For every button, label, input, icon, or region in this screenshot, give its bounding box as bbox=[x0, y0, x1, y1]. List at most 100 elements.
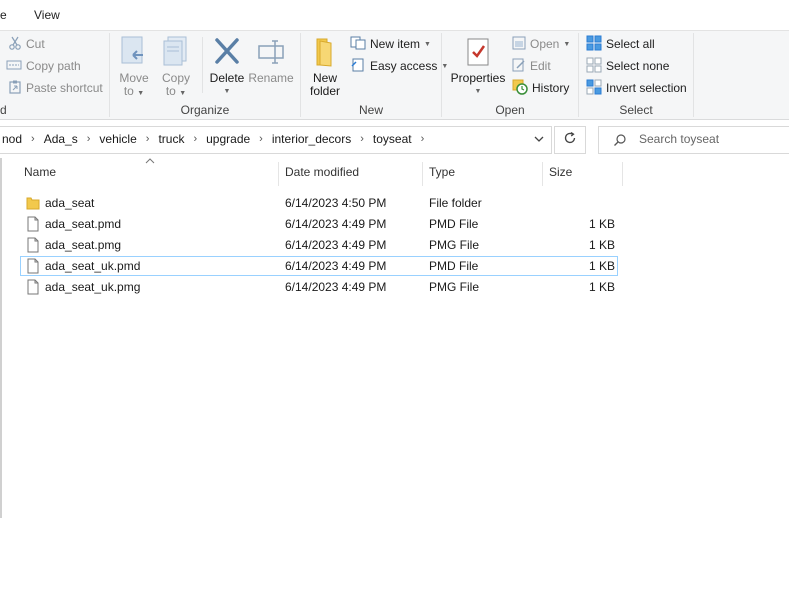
breadcrumb-item[interactable]: nod bbox=[0, 132, 24, 146]
chevron-right-icon[interactable]: › bbox=[24, 133, 42, 145]
chevron-right-icon[interactable]: › bbox=[139, 133, 157, 145]
ribbon-tab-bar: e View bbox=[0, 0, 789, 30]
chevron-right-icon[interactable]: › bbox=[186, 133, 204, 145]
file-row[interactable]: ada_seat_uk.pmg 6/14/2023 4:49 PM PMG Fi… bbox=[20, 277, 618, 297]
column-divider[interactable] bbox=[542, 162, 543, 186]
cut-button[interactable]: Cut bbox=[8, 35, 45, 53]
select-all-button[interactable]: Select all bbox=[586, 35, 655, 53]
search-icon bbox=[613, 133, 627, 150]
invert-selection-icon bbox=[586, 79, 602, 98]
move-to-icon bbox=[119, 35, 149, 72]
ribbon-separator bbox=[693, 33, 694, 117]
search-box[interactable] bbox=[598, 126, 789, 154]
file-date: 6/14/2023 4:49 PM bbox=[285, 217, 387, 231]
file-size: 1 KB bbox=[588, 280, 615, 294]
file-row[interactable]: ada_seat.pmg 6/14/2023 4:49 PM PMG File … bbox=[20, 235, 618, 255]
select-all-icon bbox=[586, 35, 602, 54]
properties-button[interactable]: Properties ▼ bbox=[450, 35, 506, 98]
new-group-label: New bbox=[358, 103, 383, 117]
column-header-type[interactable]: Type bbox=[429, 165, 455, 187]
sort-ascending-icon bbox=[145, 157, 155, 166]
breadcrumb-item[interactable]: Ada_s bbox=[42, 132, 80, 146]
clipboard-group-label: d bbox=[0, 103, 7, 117]
refresh-button[interactable] bbox=[554, 126, 586, 154]
tab-view[interactable]: View bbox=[34, 8, 60, 22]
file-row[interactable]: ada_seat.pmd 6/14/2023 4:49 PM PMD File … bbox=[20, 214, 618, 234]
new-item-button[interactable]: New item ▼ bbox=[350, 35, 431, 53]
new-folder-button[interactable]: New folder bbox=[306, 35, 344, 98]
properties-icon bbox=[464, 35, 492, 72]
file-type: PMG File bbox=[429, 238, 480, 252]
file-name: ada_seat.pmg bbox=[45, 238, 122, 252]
file-date: 6/14/2023 4:49 PM bbox=[285, 259, 387, 273]
history-icon bbox=[512, 79, 528, 98]
new-folder-label-2: folder bbox=[309, 84, 341, 98]
file-size: 1 KB bbox=[588, 238, 615, 252]
file-size: 1 KB bbox=[588, 259, 615, 273]
open-label: Open bbox=[530, 37, 560, 51]
breadcrumb-item[interactable]: truck bbox=[156, 132, 186, 146]
history-button[interactable]: History bbox=[512, 79, 569, 97]
select-group-label: Select bbox=[619, 103, 653, 117]
refresh-icon bbox=[563, 131, 577, 149]
select-none-button[interactable]: Select none bbox=[586, 57, 669, 75]
file-row[interactable]: ada_seat 6/14/2023 4:50 PM File folder bbox=[20, 193, 618, 213]
history-label: History bbox=[532, 81, 570, 95]
rename-label: Rename bbox=[248, 71, 294, 85]
copy-to-button[interactable]: Copy to ▼ bbox=[160, 35, 192, 100]
select-all-label: Select all bbox=[606, 37, 655, 51]
breadcrumb-item[interactable]: upgrade bbox=[204, 132, 252, 146]
file-icon bbox=[27, 237, 39, 256]
paste-shortcut-icon bbox=[8, 80, 22, 97]
chevron-down-icon: ▼ bbox=[424, 40, 431, 48]
open-group-label: Open bbox=[495, 103, 525, 117]
file-name: ada_seat_uk.pmd bbox=[45, 259, 141, 273]
column-header-size[interactable]: Size bbox=[549, 165, 572, 187]
breadcrumb-item[interactable]: toyseat bbox=[371, 132, 414, 146]
edit-button[interactable]: Edit bbox=[512, 57, 551, 75]
breadcrumb-item[interactable]: interior_decors bbox=[270, 132, 353, 146]
file-icon bbox=[27, 216, 39, 235]
chevron-down-icon: ▼ bbox=[223, 88, 231, 95]
breadcrumb-item[interactable]: vehicle bbox=[97, 132, 138, 146]
file-date: 6/14/2023 4:49 PM bbox=[285, 280, 387, 294]
move-to-button[interactable]: Move to ▼ bbox=[118, 35, 150, 100]
delete-button[interactable]: Delete ▼ bbox=[208, 35, 246, 98]
move-to-label-2: to bbox=[123, 84, 134, 98]
easy-access-label: Easy access bbox=[370, 59, 438, 73]
ribbon: Cut Copy path Paste shortcut d Move to ▼… bbox=[0, 30, 789, 120]
navigation-pane-scrollbar[interactable] bbox=[0, 158, 2, 518]
copy-path-label: Copy path bbox=[26, 59, 81, 73]
paste-shortcut-button[interactable]: Paste shortcut bbox=[8, 79, 103, 97]
tab-partial[interactable]: e bbox=[0, 8, 7, 22]
folder-icon bbox=[311, 35, 339, 72]
chevron-right-icon[interactable]: › bbox=[80, 133, 98, 145]
easy-access-button[interactable]: Easy access ▼ bbox=[350, 57, 448, 75]
address-dropdown-icon[interactable] bbox=[533, 133, 545, 148]
column-divider[interactable] bbox=[278, 162, 279, 186]
copy-path-button[interactable]: Copy path bbox=[6, 57, 81, 75]
column-divider[interactable] bbox=[422, 162, 423, 186]
chevron-right-icon[interactable]: › bbox=[353, 133, 371, 145]
new-item-icon bbox=[350, 36, 366, 53]
copy-to-label-2: to bbox=[165, 84, 176, 98]
copy-path-icon bbox=[6, 59, 22, 74]
chevron-right-icon[interactable]: › bbox=[252, 133, 270, 145]
column-header-name[interactable]: Name bbox=[24, 165, 56, 187]
invert-selection-button[interactable]: Invert selection bbox=[586, 79, 687, 97]
search-input[interactable] bbox=[639, 132, 789, 146]
file-date: 6/14/2023 4:50 PM bbox=[285, 196, 387, 210]
breadcrumb: nod › Ada_s › vehicle › truck › upgrade … bbox=[0, 132, 431, 146]
chevron-right-icon[interactable]: › bbox=[414, 133, 432, 145]
file-row-selected[interactable]: ada_seat_uk.pmd 6/14/2023 4:49 PM PMD Fi… bbox=[20, 256, 618, 276]
column-header-date[interactable]: Date modified bbox=[285, 165, 359, 187]
paste-shortcut-label: Paste shortcut bbox=[26, 81, 103, 95]
copy-to-icon bbox=[161, 35, 191, 72]
rename-button[interactable]: Rename bbox=[248, 35, 294, 85]
file-type: File folder bbox=[429, 196, 482, 210]
rename-icon bbox=[256, 35, 286, 72]
open-button[interactable]: Open ▼ bbox=[512, 35, 570, 53]
open-icon bbox=[512, 36, 526, 53]
chevron-down-icon: ▼ bbox=[137, 90, 145, 97]
column-divider[interactable] bbox=[622, 162, 623, 186]
